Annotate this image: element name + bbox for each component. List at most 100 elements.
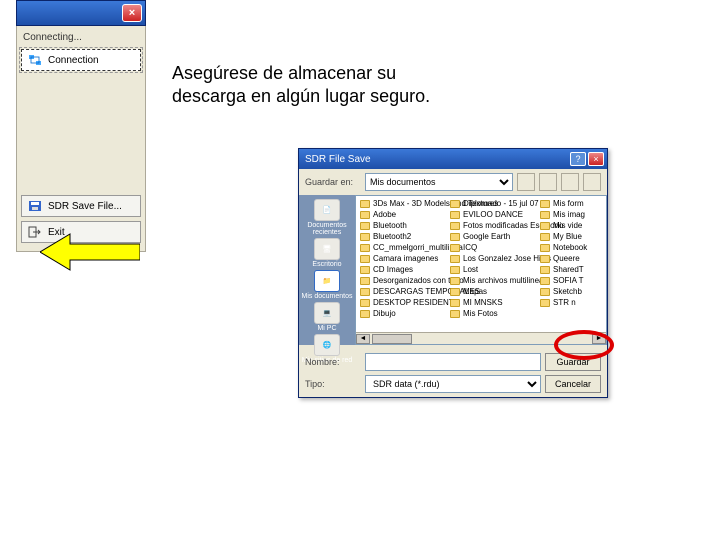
filetype-label: Tipo: — [305, 379, 361, 389]
folder-icon — [540, 288, 550, 296]
scroll-thumb[interactable] — [372, 334, 412, 344]
save-toolbar: Guardar en: Mis documentos — [299, 169, 607, 195]
mydocs-icon: 📁 — [314, 270, 340, 292]
spacer — [21, 75, 141, 195]
connection-label: Connection — [48, 55, 99, 66]
folder-item[interactable]: Bluetooth2 — [360, 231, 442, 242]
folder-item[interactable]: 3Ds Max - 3D Models And Textures — [360, 198, 442, 209]
folder-icon — [450, 288, 460, 296]
places-sidebar: 📄 Documentos recientes 🖥 Escritorio 📁 Mi… — [299, 195, 355, 345]
folder-icon — [450, 255, 460, 263]
folder-item[interactable]: Fotos modificadas Escritorio — [450, 220, 532, 231]
folder-icon — [360, 233, 370, 241]
filename-input[interactable] — [365, 353, 541, 371]
sidebar-item-mydocs[interactable]: 📁 Mis documentos — [302, 270, 353, 300]
connection-icon — [28, 54, 42, 66]
folder-icon — [360, 277, 370, 285]
sidebar-item-desktop[interactable]: 🖥 Escritorio — [312, 238, 341, 268]
folder-icon — [540, 233, 550, 241]
file-col-1: Diplomado - 15 jul 07EVILOO DANCEFotos m… — [446, 196, 536, 344]
cancel-button[interactable]: Cancelar — [545, 375, 601, 393]
folder-item[interactable]: Sketchb — [540, 286, 607, 297]
folder-item[interactable]: Lost — [450, 264, 532, 275]
file-col-0: 3Ds Max - 3D Models And TexturesAdobeBlu… — [356, 196, 446, 344]
file-col-2: Mis formMis imagMis videMy BlueNotebookQ… — [536, 196, 607, 344]
folder-icon — [360, 244, 370, 252]
folder-icon — [360, 211, 370, 219]
folder-icon — [360, 255, 370, 263]
newfolder-icon[interactable] — [561, 173, 579, 191]
folder-icon — [360, 266, 370, 274]
folder-item[interactable]: Diplomado - 15 jul 07 — [450, 198, 532, 209]
folder-icon — [540, 299, 550, 307]
scroll-right-button[interactable]: ► — [592, 334, 606, 344]
close-button[interactable]: × — [122, 4, 142, 22]
back-icon[interactable] — [517, 173, 535, 191]
save-file-label: SDR Save File... — [48, 201, 122, 212]
folder-item[interactable]: SOFIA T — [540, 275, 607, 286]
filename-label: Nombre: — [305, 357, 361, 367]
folder-item[interactable]: Mis vide — [540, 220, 607, 231]
save-main: 📄 Documentos recientes 🖥 Escritorio 📁 Mi… — [299, 195, 607, 345]
folder-icon — [540, 255, 550, 263]
save-in-select[interactable]: Mis documentos — [365, 173, 513, 191]
folder-item[interactable]: Mis archivos multilineas — [450, 275, 532, 286]
folder-item[interactable]: DESKTOP RESIDENT — [360, 297, 442, 308]
folder-icon — [360, 222, 370, 230]
mypc-icon: 💻 — [314, 302, 340, 324]
folder-item[interactable]: Mis Fotos — [450, 308, 532, 319]
folder-item[interactable]: ICQ — [450, 242, 532, 253]
scroll-left-button[interactable]: ◄ — [356, 334, 370, 344]
left-panel-titlebar: × — [16, 0, 146, 26]
folder-item[interactable]: Notebook — [540, 242, 607, 253]
recent-icon: 📄 — [314, 199, 340, 221]
folder-item[interactable]: Dibujo — [360, 308, 442, 319]
folder-item[interactable]: EVILOO DANCE — [450, 209, 532, 220]
folder-icon — [450, 277, 460, 285]
dialog-close-button[interactable]: × — [588, 152, 604, 166]
help-button[interactable]: ? — [570, 152, 586, 166]
folder-icon — [450, 200, 460, 208]
folder-icon — [540, 211, 550, 219]
folder-item[interactable]: CD Images — [360, 264, 442, 275]
arrow-annotation — [40, 232, 140, 272]
folder-item[interactable]: Camara imagenes — [360, 253, 442, 264]
folder-icon — [450, 233, 460, 241]
filetype-select[interactable]: SDR data (*.rdu) — [365, 375, 541, 393]
up-icon[interactable] — [539, 173, 557, 191]
save-dialog: SDR File Save ? × Guardar en: Mis docume… — [298, 148, 608, 398]
folder-item[interactable]: SharedT — [540, 264, 607, 275]
view-icon[interactable] — [583, 173, 601, 191]
save-file-button[interactable]: SDR Save File... — [21, 195, 141, 217]
folder-item[interactable]: DESCARGAS TEMPORALES — [360, 286, 442, 297]
sidebar-item-mypc[interactable]: 💻 Mi PC — [314, 302, 340, 332]
folder-icon — [450, 222, 460, 230]
connection-button[interactable]: Connection — [21, 49, 141, 71]
folder-icon — [450, 299, 460, 307]
folder-item[interactable]: STR n — [540, 297, 607, 308]
folder-icon — [540, 200, 550, 208]
h-scrollbar[interactable]: ◄ ► — [356, 332, 606, 344]
folder-item[interactable]: Desorganizados con todo — [360, 275, 442, 286]
file-area[interactable]: 3Ds Max - 3D Models And TexturesAdobeBlu… — [355, 195, 607, 345]
folder-item[interactable]: Los Gonzalez Jose Hilos — [450, 253, 532, 264]
folder-item[interactable]: Adobe — [360, 209, 442, 220]
folder-item[interactable]: MI MNSKS — [450, 297, 532, 308]
folder-icon — [360, 200, 370, 208]
folder-item[interactable]: Mis imag — [540, 209, 607, 220]
folder-item[interactable]: Queere — [540, 253, 607, 264]
folder-item[interactable]: CC_mmelgorri_multilinea — [360, 242, 442, 253]
folder-icon — [450, 211, 460, 219]
save-dialog-title: SDR File Save — [305, 154, 371, 165]
status-text: Connecting... — [21, 30, 141, 49]
save-icon — [28, 200, 42, 212]
folder-icon — [360, 288, 370, 296]
folder-item[interactable]: Mapas — [450, 286, 532, 297]
save-button[interactable]: Guardar — [545, 353, 601, 371]
folder-item[interactable]: Bluetooth — [360, 220, 442, 231]
folder-icon — [450, 310, 460, 318]
folder-item[interactable]: Google Earth — [450, 231, 532, 242]
folder-item[interactable]: My Blue — [540, 231, 607, 242]
sidebar-item-recent[interactable]: 📄 Documentos recientes — [301, 199, 353, 236]
folder-item[interactable]: Mis form — [540, 198, 607, 209]
